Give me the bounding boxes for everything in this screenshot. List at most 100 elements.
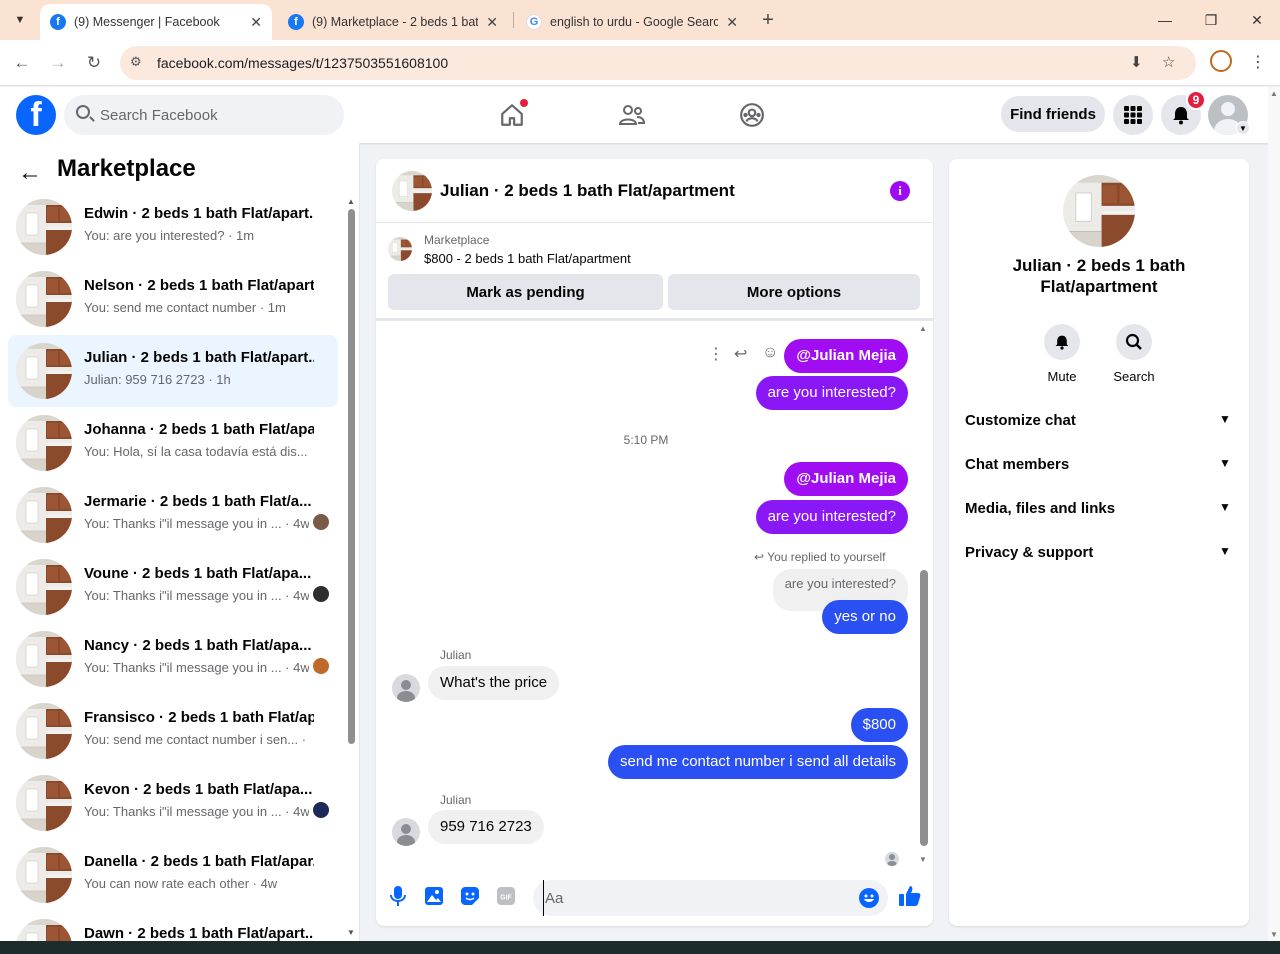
find-friends-button[interactable]: Find friends (1001, 96, 1105, 132)
microphone-icon[interactable] (387, 885, 409, 907)
more-options-button[interactable]: More options (668, 274, 920, 310)
facebook-search[interactable] (64, 95, 344, 135)
conversation-name: Julian · 2 beds 1 bath Flat/apart... (84, 349, 314, 366)
mark-as-pending-button[interactable]: Mark as pending (388, 274, 663, 310)
message-input[interactable] (543, 880, 843, 916)
scroll-up-arrow-icon[interactable]: ▲ (1270, 89, 1278, 98)
chat-title[interactable]: Julian · 2 beds 1 bath Flat/apartment (440, 181, 735, 201)
react-smiley-icon[interactable]: ☺ (762, 344, 778, 362)
scroll-down-arrow-icon[interactable]: ▼ (919, 855, 927, 864)
listing-thumbnail[interactable] (388, 237, 412, 261)
browser-profile-icon[interactable] (1210, 50, 1232, 72)
scroll-up-arrow-icon[interactable]: ▲ (347, 197, 355, 206)
site-settings-icon[interactable]: ⚙ (130, 54, 142, 70)
message-bubble-received[interactable]: 959 716 2723 (428, 810, 544, 844)
media-files-links-row[interactable]: Media, files and links ▼ (949, 487, 1249, 531)
forward-icon[interactable]: → (46, 51, 70, 75)
message-bubble-sent[interactable]: are you interested? (755, 376, 908, 410)
gif-icon[interactable]: GIF (495, 885, 517, 907)
facebook-logo-icon[interactable]: f (16, 95, 56, 135)
conversation-item[interactable]: Nancy · 2 beds 1 bath Flat/apa... You: Th… (8, 623, 338, 695)
conversation-name: Danella · 2 beds 1 bath Flat/apar... (84, 853, 314, 870)
conversation-item[interactable]: Fransisco · 2 beds 1 bath Flat/ap... You:… (8, 695, 338, 767)
conversation-item[interactable]: Julian · 2 beds 1 bath Flat/apart... Juli… (8, 335, 338, 407)
more-actions-icon[interactable]: ⋮ (708, 344, 724, 364)
groups-icon[interactable] (734, 97, 770, 133)
listing-thumbnail[interactable] (1063, 175, 1135, 247)
scroll-down-arrow-icon[interactable]: ▼ (347, 928, 355, 937)
bookmark-star-icon[interactable]: ☆ (1162, 53, 1175, 71)
friends-icon[interactable] (614, 97, 650, 133)
conversation-item[interactable]: Johanna · 2 beds 1 bath Flat/apa... You: … (8, 407, 338, 479)
chat-members-row[interactable]: Chat members ▼ (949, 443, 1249, 487)
message-bubble-sent[interactable]: yes or no (822, 600, 908, 634)
contact-avatar[interactable] (392, 818, 420, 846)
message-input-box[interactable] (533, 880, 888, 916)
message-bubble-sent[interactable]: $800 (850, 708, 908, 742)
chat-scrollbar[interactable]: ▲ ▼ (919, 324, 929, 864)
scroll-up-arrow-icon[interactable]: ▲ (919, 324, 927, 333)
sender-name: Julian (440, 793, 472, 807)
scrollbar-thumb[interactable] (348, 209, 355, 744)
customize-chat-row[interactable]: Customize chat ▼ (949, 399, 1249, 443)
listing-thumbnail (16, 415, 72, 471)
emoji-icon[interactable] (859, 888, 879, 913)
reply-icon[interactable]: ↩ (734, 344, 747, 364)
restore-icon[interactable]: ❐ (1196, 8, 1226, 32)
search-icon[interactable] (1116, 324, 1152, 360)
conversation-item[interactable]: Danella · 2 beds 1 bath Flat/apar... You … (8, 839, 338, 911)
new-tab-plus-icon[interactable]: + (756, 8, 780, 32)
facebook-top-bar: f Find friends 9 ▼ (0, 87, 1268, 143)
message-bubble-sent[interactable]: send me contact number i send all detail… (608, 745, 908, 779)
sender-name: Julian (440, 648, 472, 662)
back-icon[interactable]: ← (10, 51, 34, 75)
conversation-list: Edwin · 2 beds 1 bath Flat/apart... You: … (8, 191, 338, 941)
conversation-item[interactable]: Dawn · 2 beds 1 bath Flat/apart... (8, 911, 338, 941)
conversation-item[interactable]: Nelson · 2 beds 1 bath Flat/apart... You:… (8, 263, 338, 335)
message-bubble-sent[interactable]: are you interested? (755, 500, 908, 534)
address-bar-row: ← → ↻ ⚙ facebook.com/messages/t/12375035… (0, 40, 1280, 86)
privacy-support-row[interactable]: Privacy & support ▼ (949, 531, 1249, 575)
close-tab-icon[interactable]: ✕ (726, 14, 738, 31)
message-bubble-sent[interactable]: @Julian Mejia (784, 462, 908, 496)
conversation-item[interactable]: Voune · 2 beds 1 bath Flat/apa... You: Th… (8, 551, 338, 623)
search-action[interactable]: Search (1104, 324, 1164, 384)
sidebar-scrollbar[interactable]: ▲ ▼ (346, 197, 356, 937)
thumbs-up-icon[interactable] (899, 885, 921, 907)
minimize-icon[interactable]: — (1150, 8, 1180, 32)
window-close-icon[interactable]: ✕ (1242, 8, 1272, 32)
conversation-item[interactable]: Kevon · 2 beds 1 bath Flat/apa... You: Th… (8, 767, 338, 839)
listing-title[interactable]: $800 - 2 beds 1 bath Flat/apartment (424, 251, 631, 266)
tab-messenger[interactable]: f (9) Messenger | Facebook ✕ (40, 4, 272, 40)
scrollbar-thumb[interactable] (920, 570, 928, 846)
close-tab-icon[interactable]: ✕ (250, 14, 262, 31)
info-icon[interactable]: i (890, 181, 910, 201)
conversation-item[interactable]: Edwin · 2 beds 1 bath Flat/apart... You: … (8, 191, 338, 263)
menu-grid-icon[interactable] (1113, 95, 1153, 135)
message-bubble-sent[interactable]: @Julian Mejia (784, 339, 908, 373)
omnibox[interactable]: ⚙ facebook.com/messages/t/12375035516081… (120, 46, 1196, 80)
search-input[interactable] (100, 95, 330, 135)
listing-thumbnail[interactable] (392, 171, 432, 211)
mute-bell-icon[interactable] (1044, 324, 1080, 360)
contact-avatar[interactable] (392, 674, 420, 702)
listing-thumbnail (16, 703, 72, 759)
conversation-item[interactable]: Jermarie · 2 beds 1 bath Flat/a... You: T… (8, 479, 338, 551)
sticker-icon[interactable] (459, 885, 481, 907)
tab-search-chevron-icon[interactable]: ▼ (8, 8, 32, 32)
close-tab-icon[interactable]: ✕ (486, 14, 498, 31)
conversation-preview: You: send me contact number i sen... · 4… (84, 732, 309, 747)
install-app-icon[interactable]: ⬇ (1130, 53, 1143, 71)
reload-icon[interactable]: ↻ (82, 51, 106, 75)
url-text[interactable]: facebook.com/messages/t/1237503551608100 (157, 55, 448, 71)
browser-menu-icon[interactable]: ⋮ (1250, 52, 1266, 72)
photo-icon[interactable] (423, 885, 445, 907)
message-bubble-received[interactable]: What's the price (428, 666, 560, 700)
back-arrow-icon[interactable]: ← (18, 159, 42, 187)
tab-marketplace[interactable]: f (9) Marketplace - 2 beds 1 bath ✕ (278, 4, 508, 40)
account-chevron-down-icon[interactable]: ▼ (1236, 121, 1250, 135)
scroll-down-arrow-icon[interactable]: ▼ (1270, 930, 1278, 939)
tab-google-search[interactable]: G english to urdu - Google Search ✕ (516, 4, 748, 40)
page-scrollbar[interactable]: ▲ ▼ (1268, 87, 1280, 941)
mute-action[interactable]: Mute (1032, 324, 1092, 384)
